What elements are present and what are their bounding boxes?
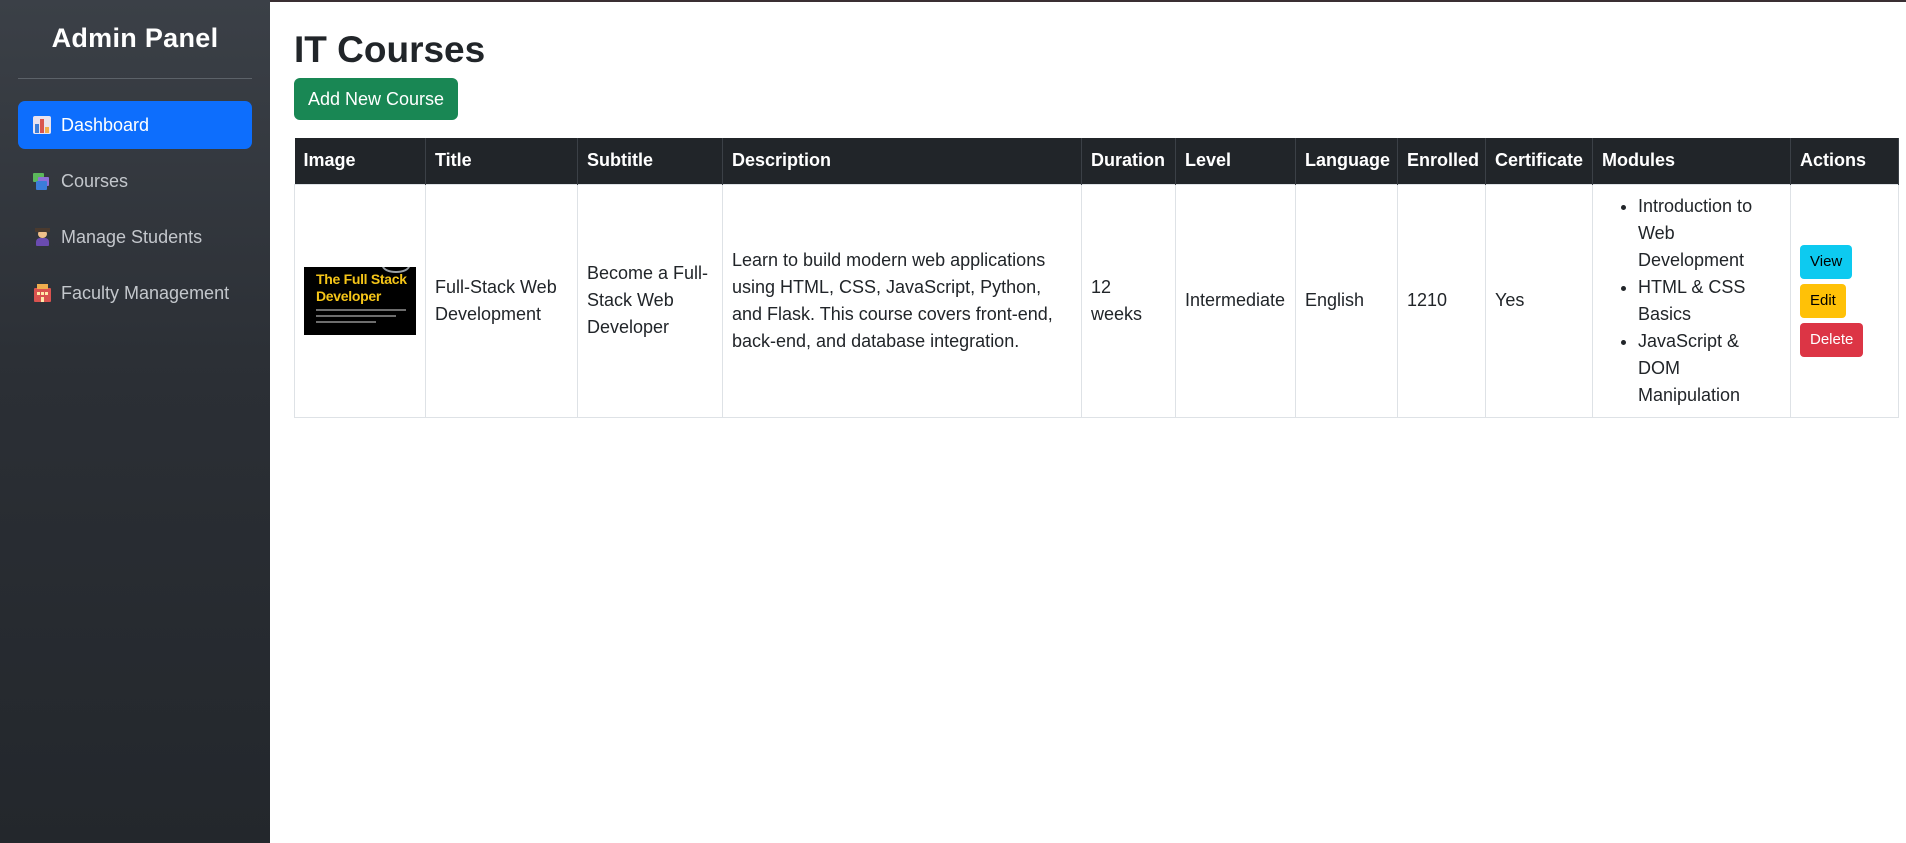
column-header-actions: Actions	[1790, 138, 1899, 184]
add-new-course-button[interactable]: Add New Course	[294, 78, 459, 120]
thumbnail-title: The Full Stack Developer	[316, 270, 407, 304]
sidebar-item-label: Faculty Management	[61, 282, 230, 303]
cell-duration: 12 weeks	[1081, 183, 1176, 418]
column-header-enrolled: Enrolled	[1397, 138, 1486, 184]
cell-modules: Introduction to Web Development HTML & C…	[1592, 183, 1791, 418]
cell-certificate: Yes	[1485, 183, 1593, 418]
cell-actions: View Edit Delete	[1790, 183, 1899, 418]
sidebar: Admin Panel Dashboard Courses Manage Stu	[0, 0, 270, 843]
column-header-duration: Duration	[1081, 138, 1176, 184]
cell-title: Full-Stack Web Development	[425, 183, 578, 418]
column-header-subtitle: Subtitle	[577, 138, 723, 184]
column-header-level: Level	[1175, 138, 1296, 184]
student-icon	[33, 228, 53, 246]
courses-table: Image Title Subtitle Description Duratio…	[294, 138, 1899, 418]
cell-language: English	[1295, 183, 1398, 418]
sidebar-item-courses[interactable]: Courses	[18, 157, 252, 205]
delete-button[interactable]: Delete	[1800, 322, 1864, 357]
sidebar-item-label: Dashboard	[61, 114, 150, 135]
column-header-certificate: Certificate	[1485, 138, 1593, 184]
column-header-language: Language	[1295, 138, 1398, 184]
table-header: Image Title Subtitle Description Duratio…	[294, 138, 1899, 184]
cell-subtitle: Become a Full-Stack Web Developer	[577, 183, 723, 418]
sidebar-item-dashboard[interactable]: Dashboard	[18, 101, 252, 149]
module-item: Introduction to Web Development	[1638, 193, 1781, 274]
page-title: IT Courses	[294, 29, 486, 70]
row-actions: View Edit Delete	[1800, 244, 1889, 357]
edit-button[interactable]: Edit	[1800, 283, 1846, 318]
column-header-description: Description	[722, 138, 1082, 184]
module-item: HTML & CSS Basics	[1638, 274, 1781, 328]
cell-enrolled: 1210	[1397, 183, 1486, 418]
sidebar-brand: Admin Panel	[18, 0, 252, 79]
sidebar-item-manage-students[interactable]: Manage Students	[18, 213, 252, 261]
cell-description: Learn to build modern web applications u…	[722, 183, 1082, 418]
bar-chart-icon	[33, 116, 53, 134]
school-building-icon	[33, 284, 53, 302]
cell-level: Intermediate	[1175, 183, 1296, 418]
main-content: IT Courses Add New Course Image Title Su…	[294, 0, 1906, 418]
sidebar-item-label: Courses	[61, 170, 129, 191]
module-item: JavaScript & DOM Manipulation	[1638, 328, 1781, 409]
sidebar-nav: Dashboard Courses Manage Students Facult…	[18, 101, 252, 317]
books-icon	[33, 172, 53, 190]
sidebar-item-faculty-management[interactable]: Faculty Management	[18, 269, 252, 317]
view-button[interactable]: View	[1800, 244, 1853, 279]
modules-list: Introduction to Web Development HTML & C…	[1602, 193, 1781, 409]
sidebar-item-label: Manage Students	[61, 226, 203, 247]
column-header-modules: Modules	[1592, 138, 1791, 184]
column-header-image: Image	[294, 138, 426, 184]
course-thumbnail: The Full Stack Developer	[304, 266, 416, 335]
table-row: The Full Stack Developer Full-Stack Web …	[294, 183, 1899, 418]
column-header-title: Title	[425, 138, 578, 184]
cell-image: The Full Stack Developer	[294, 183, 426, 418]
